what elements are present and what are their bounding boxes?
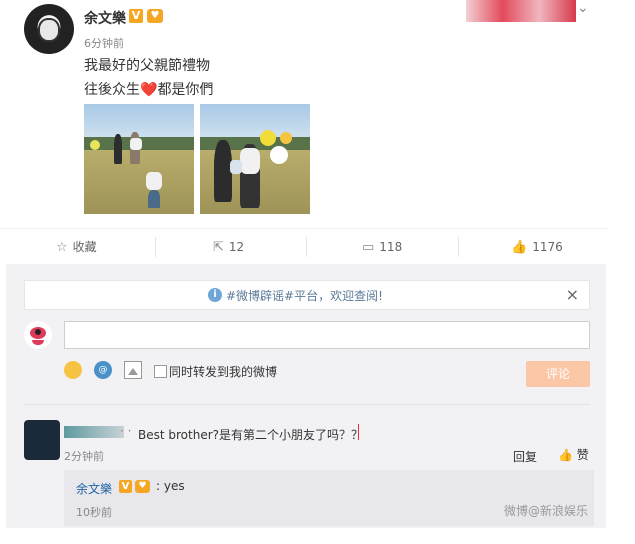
action-divider [306,237,307,257]
avatar-mouth [32,340,44,345]
repost-count: 12 [228,240,245,254]
action-divider [155,237,156,257]
comment-input[interactable] [64,321,590,349]
star-icon: ☆ [56,240,68,255]
submit-comment-button[interactable]: 评论 [526,361,590,387]
avatar-face [38,18,60,42]
photo-shirt [130,138,142,150]
photo-child-legs [148,190,160,208]
close-icon[interactable]: × [566,285,579,304]
reply-time: 10秒前 [76,506,112,519]
photo-person [114,134,122,164]
photo-child [146,172,162,190]
like-count: 1176 [532,240,563,254]
weibo-post: 余文樂 V ♥ 6分钟前 我最好的父親節禮物 往後众生❤️都是你們 ⌄ [0,0,635,226]
repost-button[interactable]: ⇱ 12 [213,229,244,265]
post-photo-1[interactable] [84,104,194,214]
comment-text: Best brother?是有第二个小朋友了吗？？ [138,428,364,442]
post-text-line2: 往後众生❤️都是你們 [84,79,213,99]
balloon [260,130,276,146]
author-avatar[interactable] [24,4,74,54]
balloon [90,140,100,150]
reply-author[interactable]: 余文樂 [76,480,112,497]
avatar-pupil [35,329,41,335]
verified-badge-icon: V [119,480,132,493]
comment-count: 118 [379,240,403,254]
comment-icon: ▭ [362,240,375,255]
author-name[interactable]: 余文樂 [84,8,126,28]
favorite-label: 收藏 [72,240,97,254]
repost-checkbox[interactable] [154,365,167,378]
photo-child [230,160,242,174]
like-button[interactable]: 👍 1176 [511,229,563,265]
fan-badge-icon: ♥ [147,9,163,23]
balloon [280,132,292,144]
comment-divider [24,404,590,405]
emoji-icon[interactable] [64,361,82,379]
info-icon: i [208,288,222,302]
comment-button[interactable]: ▭ 118 [362,229,402,265]
photo-shirt [240,148,260,174]
reply-text: : yes [156,479,185,493]
comment-panel: i #微博辟谣#平台，欢迎查阅! × @ 同时转发到我的微博 评论 · · Be… [6,264,606,528]
comment-time: 2分钟前 [64,450,104,463]
repost-checkbox-label: 同时转发到我的微博 [169,365,278,379]
text-cursor [358,424,359,440]
watermark: 微博@新浪娱乐 [504,504,589,518]
balloon [270,146,288,164]
notice-banner: i #微博辟谣#平台，欢迎查阅! × [24,280,590,310]
reply-button[interactable]: 回复 [513,448,537,465]
topic-icon[interactable]: @ [94,361,112,379]
reply-item: 余文樂 V ♥ : yes 10秒前 微博@新浪娱乐 [64,470,594,526]
fan-badge-icon: ♥ [135,480,150,493]
thumbs-up-icon: 👍 [558,448,577,462]
comment-like-label: 赞 [576,448,589,462]
notice-text[interactable]: #微博辟谣#平台，欢迎查阅! [226,287,383,304]
repost-icon: ⇱ [213,240,224,255]
commenter-avatar[interactable] [24,420,60,460]
favorite-button[interactable]: ☆ 收藏 [56,229,97,265]
corner-banner-image[interactable] [466,0,576,22]
post-text-line1: 我最好的父親節禮物 [84,58,210,74]
image-icon[interactable] [124,361,142,379]
current-user-avatar [24,321,52,349]
heart-emoji-icon: ❤️ [140,82,158,98]
commenter-name-redacted[interactable] [64,426,124,438]
commenter-dots: · · [120,424,132,438]
post-time[interactable]: 6分钟前 [84,35,124,51]
post-text-line2-end: 都是你們 [157,82,214,98]
post-photo-2[interactable] [200,104,310,214]
verified-badge-icon: V [129,9,143,23]
post-text-line2-start: 往後众生 [84,82,140,98]
chevron-down-icon[interactable]: ⌄ [577,0,589,16]
post-action-bar: ☆ 收藏 ⇱ 12 ▭ 118 👍 1176 [0,228,608,265]
action-divider [458,237,459,257]
comment-like-button[interactable]: 👍 赞 [558,446,589,463]
thumbs-up-icon: 👍 [511,240,528,255]
